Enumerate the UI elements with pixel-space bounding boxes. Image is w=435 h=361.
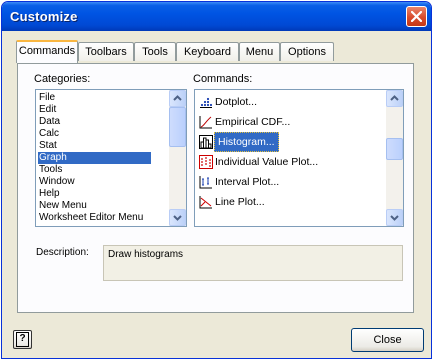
category-item-window[interactable]: Window bbox=[38, 176, 75, 188]
tab-options[interactable]: Options bbox=[280, 42, 334, 61]
help-button[interactable]: ? bbox=[13, 330, 32, 349]
interval-plot-icon bbox=[199, 176, 212, 189]
close-button[interactable]: Close bbox=[351, 328, 424, 352]
category-item-edit[interactable]: Edit bbox=[38, 104, 56, 116]
title-bar[interactable]: Customize bbox=[2, 2, 431, 31]
help-icon: ? bbox=[16, 332, 29, 347]
close-window-button[interactable] bbox=[406, 6, 427, 27]
category-item-new-menu[interactable]: New Menu bbox=[38, 200, 87, 212]
command-label: Line Plot... bbox=[215, 196, 265, 208]
command-label: Empirical CDF... bbox=[215, 116, 291, 128]
tab-commands[interactable]: Commands bbox=[16, 40, 78, 63]
window-title: Customize bbox=[10, 9, 78, 24]
category-item-tools[interactable]: Tools bbox=[38, 164, 62, 176]
category-item-worksheet-editor-menu[interactable]: Worksheet Editor Menu bbox=[38, 212, 143, 224]
tab-tools-label: Tools bbox=[142, 46, 168, 58]
tab-keyboard-label: Keyboard bbox=[183, 46, 232, 58]
tab-keyboard[interactable]: Keyboard bbox=[176, 42, 239, 61]
dotplot-icon bbox=[200, 97, 213, 108]
chevron-down-icon bbox=[173, 215, 182, 221]
empirical-cdf-icon bbox=[199, 116, 212, 129]
scroll-thumb[interactable] bbox=[386, 138, 403, 160]
command-label: Histogram... bbox=[214, 132, 279, 152]
description-label: Description: bbox=[36, 247, 89, 258]
category-item-help[interactable]: Help bbox=[38, 188, 60, 200]
tab-options-label: Options bbox=[288, 46, 326, 58]
commands-listbox[interactable]: Dotplot... Empirical CDF... Histogram... bbox=[194, 89, 404, 227]
command-label: Dotplot... bbox=[215, 96, 258, 108]
line-plot-icon bbox=[199, 196, 212, 209]
commands-scrollbar[interactable] bbox=[386, 90, 403, 226]
close-button-label: Close bbox=[373, 334, 402, 346]
commands-label: Commands: bbox=[193, 73, 253, 85]
category-item-file[interactable]: File bbox=[38, 92, 55, 104]
command-label: Individual Value Plot... bbox=[215, 156, 319, 168]
scroll-down-button[interactable] bbox=[386, 209, 403, 226]
customize-dialog: Customize Commands Toolbars Tools Keyboa… bbox=[1, 1, 432, 359]
category-item-calc[interactable]: Calc bbox=[38, 128, 59, 140]
histogram-icon bbox=[199, 135, 213, 149]
scroll-down-button[interactable] bbox=[169, 209, 186, 226]
close-icon bbox=[411, 11, 422, 22]
individual-value-plot-icon bbox=[199, 155, 213, 169]
tab-tools[interactable]: Tools bbox=[134, 42, 176, 61]
commands-panel: Categories: Commands: File Edit Data Cal… bbox=[17, 63, 414, 313]
description-box: Draw histograms bbox=[103, 245, 403, 281]
categories-label: Categories: bbox=[34, 73, 91, 85]
tab-menu-label: Menu bbox=[245, 46, 274, 58]
scroll-thumb[interactable] bbox=[169, 107, 186, 147]
category-item-stat[interactable]: Stat bbox=[38, 140, 57, 152]
category-item-data[interactable]: Data bbox=[38, 116, 60, 128]
scroll-up-button[interactable] bbox=[169, 90, 186, 107]
categories-scrollbar[interactable] bbox=[169, 90, 186, 226]
tab-menu[interactable]: Menu bbox=[239, 42, 280, 61]
chevron-up-icon bbox=[173, 95, 182, 101]
chevron-down-icon bbox=[390, 215, 399, 221]
tab-toolbars-label: Toolbars bbox=[85, 46, 127, 58]
chevron-up-icon bbox=[390, 95, 399, 101]
category-item-graph[interactable]: Graph bbox=[38, 152, 151, 164]
command-label: Interval Plot... bbox=[215, 176, 280, 188]
scroll-up-button[interactable] bbox=[386, 90, 403, 107]
categories-listbox[interactable]: File Edit Data Calc Stat Graph Tools Win… bbox=[35, 89, 187, 227]
tab-toolbars[interactable]: Toolbars bbox=[78, 42, 134, 61]
description-text: Draw histograms bbox=[108, 249, 184, 260]
tab-commands-label: Commands bbox=[18, 45, 76, 57]
